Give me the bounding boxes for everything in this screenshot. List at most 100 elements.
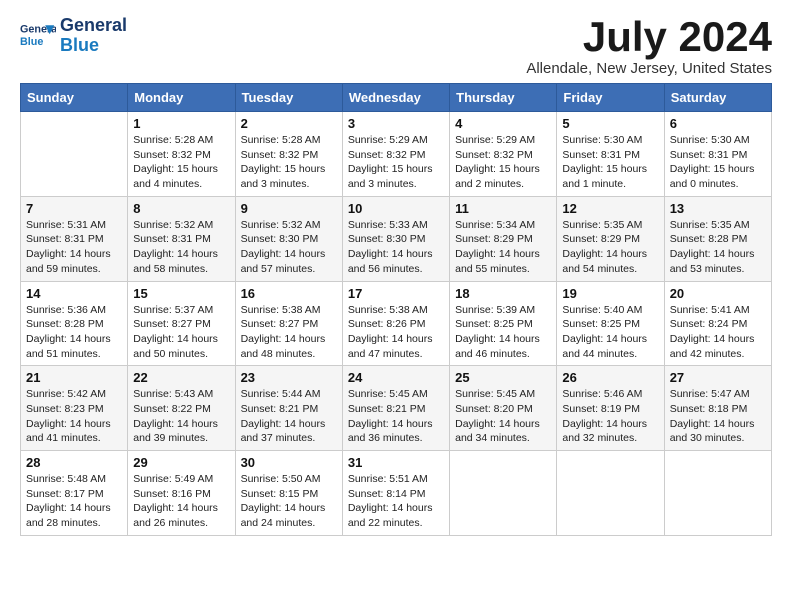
calendar-cell: 9Sunrise: 5:32 AM Sunset: 8:30 PM Daylig… <box>235 196 342 281</box>
location-title: Allendale, New Jersey, United States <box>526 60 772 77</box>
calendar-cell: 24Sunrise: 5:45 AM Sunset: 8:21 PM Dayli… <box>342 366 449 451</box>
day-info: Sunrise: 5:38 AM Sunset: 8:26 PM Dayligh… <box>348 303 444 362</box>
calendar-cell: 20 Sunrise: 5:41 AM Sunset: 8:24 PM Dayli… <box>664 281 771 366</box>
calendar-week-row: 7Sunrise: 5:31 AM Sunset: 8:31 PM Daylig… <box>21 196 772 281</box>
day-info: Sunrise: 5:39 AM Sunset: 8:25 PM Dayligh… <box>455 303 551 362</box>
calendar-body: 1 Sunrise: 5:28 AM Sunset: 8:32 PM Daylig… <box>21 112 772 536</box>
day-number: 1 <box>133 116 229 131</box>
calendar-cell: 19 Sunrise: 5:40 AM Sunset: 8:25 PM Dayli… <box>557 281 664 366</box>
calendar-cell: 13 Sunrise: 5:35 AM Sunset: 8:28 PM Dayli… <box>664 196 771 281</box>
day-info: Sunrise: 5:36 AM Sunset: 8:28 PM Dayligh… <box>26 303 122 362</box>
calendar-cell <box>664 451 771 536</box>
day-number: 18 <box>455 286 551 301</box>
day-number: 19 <box>562 286 658 301</box>
day-info: Sunrise: 5:33 AM Sunset: 8:30 PM Dayligh… <box>348 218 444 277</box>
day-info: Sunrise: 5:35 AM Sunset: 8:29 PM Dayligh… <box>562 218 658 277</box>
calendar-header-cell: Monday <box>128 84 235 112</box>
day-number: 30 <box>241 455 337 470</box>
day-number: 12 <box>562 201 658 216</box>
calendar-header-cell: Thursday <box>450 84 557 112</box>
calendar-cell <box>557 451 664 536</box>
calendar-week-row: 14 Sunrise: 5:36 AM Sunset: 8:28 PM Dayli… <box>21 281 772 366</box>
calendar-cell: 21 Sunrise: 5:42 AM Sunset: 8:23 PM Dayli… <box>21 366 128 451</box>
calendar-cell: 14 Sunrise: 5:36 AM Sunset: 8:28 PM Dayli… <box>21 281 128 366</box>
calendar-header-cell: Wednesday <box>342 84 449 112</box>
day-info: Sunrise: 5:45 AM Sunset: 8:21 PM Dayligh… <box>348 387 444 446</box>
calendar-cell: 11 Sunrise: 5:34 AM Sunset: 8:29 PM Dayli… <box>450 196 557 281</box>
day-number: 8 <box>133 201 229 216</box>
day-number: 14 <box>26 286 122 301</box>
calendar-header-cell: Friday <box>557 84 664 112</box>
day-info: Sunrise: 5:51 AM Sunset: 8:14 PM Dayligh… <box>348 472 444 531</box>
day-number: 21 <box>26 370 122 385</box>
calendar-week-row: 21 Sunrise: 5:42 AM Sunset: 8:23 PM Dayli… <box>21 366 772 451</box>
calendar-cell: 1 Sunrise: 5:28 AM Sunset: 8:32 PM Daylig… <box>128 112 235 197</box>
day-number: 28 <box>26 455 122 470</box>
day-number: 5 <box>562 116 658 131</box>
day-info: Sunrise: 5:43 AM Sunset: 8:22 PM Dayligh… <box>133 387 229 446</box>
calendar-cell: 2 Sunrise: 5:28 AM Sunset: 8:32 PM Daylig… <box>235 112 342 197</box>
logo: General Blue General Blue <box>20 16 127 56</box>
calendar-cell: 3 Sunrise: 5:29 AM Sunset: 8:32 PM Daylig… <box>342 112 449 197</box>
calendar-cell: 28 Sunrise: 5:48 AM Sunset: 8:17 PM Dayli… <box>21 451 128 536</box>
day-info: Sunrise: 5:28 AM Sunset: 8:32 PM Dayligh… <box>133 133 229 192</box>
day-info: Sunrise: 5:41 AM Sunset: 8:24 PM Dayligh… <box>670 303 766 362</box>
day-number: 17 <box>348 286 444 301</box>
calendar-cell: 23Sunrise: 5:44 AM Sunset: 8:21 PM Dayli… <box>235 366 342 451</box>
day-info: Sunrise: 5:48 AM Sunset: 8:17 PM Dayligh… <box>26 472 122 531</box>
day-number: 13 <box>670 201 766 216</box>
day-number: 4 <box>455 116 551 131</box>
day-info: Sunrise: 5:34 AM Sunset: 8:29 PM Dayligh… <box>455 218 551 277</box>
day-number: 26 <box>562 370 658 385</box>
header: General Blue General Blue July 2024 Alle… <box>20 16 772 77</box>
calendar-header-row: SundayMondayTuesdayWednesdayThursdayFrid… <box>21 84 772 112</box>
day-info: Sunrise: 5:37 AM Sunset: 8:27 PM Dayligh… <box>133 303 229 362</box>
day-info: Sunrise: 5:32 AM Sunset: 8:31 PM Dayligh… <box>133 218 229 277</box>
calendar-cell: 5 Sunrise: 5:30 AM Sunset: 8:31 PM Daylig… <box>557 112 664 197</box>
calendar-cell: 6 Sunrise: 5:30 AM Sunset: 8:31 PM Daylig… <box>664 112 771 197</box>
day-number: 6 <box>670 116 766 131</box>
calendar-cell: 16 Sunrise: 5:38 AM Sunset: 8:27 PM Dayli… <box>235 281 342 366</box>
day-info: Sunrise: 5:29 AM Sunset: 8:32 PM Dayligh… <box>348 133 444 192</box>
day-number: 11 <box>455 201 551 216</box>
calendar-cell: 30Sunrise: 5:50 AM Sunset: 8:15 PM Dayli… <box>235 451 342 536</box>
day-info: Sunrise: 5:44 AM Sunset: 8:21 PM Dayligh… <box>241 387 337 446</box>
calendar-cell: 17 Sunrise: 5:38 AM Sunset: 8:26 PM Dayli… <box>342 281 449 366</box>
day-number: 16 <box>241 286 337 301</box>
day-info: Sunrise: 5:38 AM Sunset: 8:27 PM Dayligh… <box>241 303 337 362</box>
day-number: 29 <box>133 455 229 470</box>
day-info: Sunrise: 5:46 AM Sunset: 8:19 PM Dayligh… <box>562 387 658 446</box>
calendar-table: SundayMondayTuesdayWednesdayThursdayFrid… <box>20 83 772 536</box>
calendar-cell <box>450 451 557 536</box>
calendar-cell: 25Sunrise: 5:45 AM Sunset: 8:20 PM Dayli… <box>450 366 557 451</box>
day-number: 15 <box>133 286 229 301</box>
calendar-cell: 29 Sunrise: 5:49 AM Sunset: 8:16 PM Dayli… <box>128 451 235 536</box>
day-info: Sunrise: 5:30 AM Sunset: 8:31 PM Dayligh… <box>670 133 766 192</box>
day-number: 10 <box>348 201 444 216</box>
day-number: 3 <box>348 116 444 131</box>
month-title: July 2024 <box>526 16 772 58</box>
day-info: Sunrise: 5:47 AM Sunset: 8:18 PM Dayligh… <box>670 387 766 446</box>
day-info: Sunrise: 5:40 AM Sunset: 8:25 PM Dayligh… <box>562 303 658 362</box>
day-info: Sunrise: 5:42 AM Sunset: 8:23 PM Dayligh… <box>26 387 122 446</box>
calendar-cell: 27Sunrise: 5:47 AM Sunset: 8:18 PM Dayli… <box>664 366 771 451</box>
day-info: Sunrise: 5:35 AM Sunset: 8:28 PM Dayligh… <box>670 218 766 277</box>
calendar-cell: 10 Sunrise: 5:33 AM Sunset: 8:30 PM Dayli… <box>342 196 449 281</box>
calendar-week-row: 28 Sunrise: 5:48 AM Sunset: 8:17 PM Dayli… <box>21 451 772 536</box>
day-info: Sunrise: 5:30 AM Sunset: 8:31 PM Dayligh… <box>562 133 658 192</box>
day-number: 31 <box>348 455 444 470</box>
logo-text: General Blue <box>60 16 127 56</box>
calendar-header-cell: Sunday <box>21 84 128 112</box>
calendar-header-cell: Saturday <box>664 84 771 112</box>
calendar-cell: 31 Sunrise: 5:51 AM Sunset: 8:14 PM Dayli… <box>342 451 449 536</box>
calendar-cell: 4Sunrise: 5:29 AM Sunset: 8:32 PM Daylig… <box>450 112 557 197</box>
day-number: 2 <box>241 116 337 131</box>
day-number: 20 <box>670 286 766 301</box>
calendar-cell: 12 Sunrise: 5:35 AM Sunset: 8:29 PM Dayli… <box>557 196 664 281</box>
calendar-cell: 26 Sunrise: 5:46 AM Sunset: 8:19 PM Dayli… <box>557 366 664 451</box>
day-info: Sunrise: 5:28 AM Sunset: 8:32 PM Dayligh… <box>241 133 337 192</box>
calendar-cell: 18 Sunrise: 5:39 AM Sunset: 8:25 PM Dayli… <box>450 281 557 366</box>
day-info: Sunrise: 5:49 AM Sunset: 8:16 PM Dayligh… <box>133 472 229 531</box>
day-info: Sunrise: 5:31 AM Sunset: 8:31 PM Dayligh… <box>26 218 122 277</box>
calendar-header-cell: Tuesday <box>235 84 342 112</box>
